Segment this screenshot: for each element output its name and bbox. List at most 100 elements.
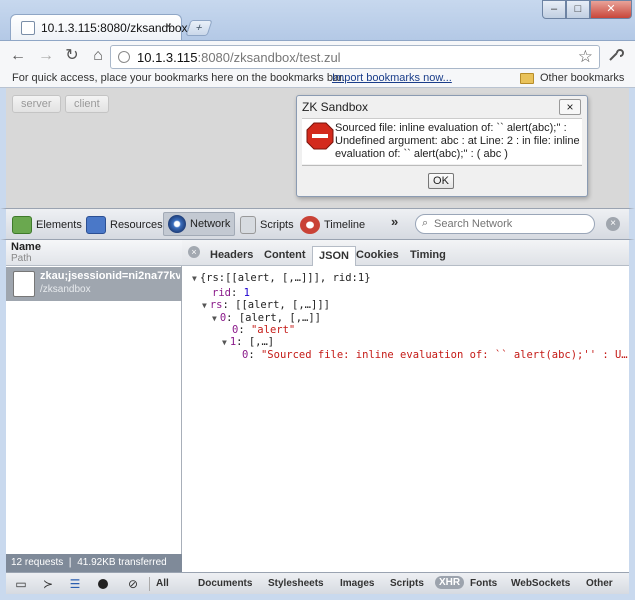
- json-key: rs: [209, 299, 223, 311]
- request-row[interactable]: zkau;jsessionid=ni2na77kv7i /zksandbox: [6, 267, 182, 301]
- window-close-button[interactable]: ✕: [590, 0, 632, 19]
- tab-headers[interactable]: Headers: [210, 249, 253, 261]
- timeline-icon: [300, 216, 320, 235]
- tab-content[interactable]: Content: [264, 249, 306, 261]
- stop-error-icon: [306, 122, 334, 150]
- dialog-close-button[interactable]: ×: [559, 99, 581, 115]
- tab-timeline[interactable]: Timeline: [300, 212, 365, 238]
- tab-timeline-label: Timeline: [324, 219, 366, 231]
- tab-timing[interactable]: Timing: [410, 249, 446, 261]
- dialog-title: ZK Sandbox: [302, 100, 369, 114]
- network-icon: [168, 215, 186, 234]
- back-arrow-icon[interactable]: ←: [8, 47, 28, 65]
- address-bar[interactable]: 10.1.3.115:8080/zksandbox/test.zul ☆: [110, 45, 600, 69]
- tab-elements[interactable]: Elements: [12, 212, 82, 238]
- page-favicon-icon: [21, 21, 35, 35]
- filter-websockets[interactable]: WebSockets: [511, 578, 570, 589]
- header-path: Path: [11, 253, 32, 264]
- window-bottom-frame: [0, 594, 635, 600]
- maximize-button[interactable]: □: [566, 0, 590, 19]
- filter-stylesheets[interactable]: Stylesheets: [268, 578, 324, 589]
- dialog-body: Sourced file: inline evaluation of: `` a…: [302, 118, 582, 164]
- tab-elements-label: Elements: [36, 219, 82, 231]
- client-button[interactable]: client: [65, 95, 109, 113]
- resources-icon: [86, 216, 106, 235]
- filter-fonts[interactable]: Fonts: [470, 578, 497, 589]
- large-rows-icon[interactable]: ☰: [66, 577, 84, 591]
- tab-resources[interactable]: Resources: [86, 212, 163, 238]
- tab-resources-label: Resources: [110, 219, 163, 231]
- search-input[interactable]: [434, 217, 584, 231]
- more-tabs-button[interactable]: »: [391, 214, 398, 229]
- import-bookmarks-link[interactable]: Import bookmarks now...: [332, 72, 452, 84]
- home-icon[interactable]: ⌂: [88, 47, 108, 65]
- page-info-icon[interactable]: [118, 51, 130, 63]
- dock-icon[interactable]: ▭: [12, 577, 30, 591]
- folder-icon: [520, 73, 534, 84]
- new-tab-button[interactable]: +: [185, 20, 213, 36]
- json-key: rid: [212, 287, 231, 299]
- tab-network-label: Network: [190, 218, 231, 230]
- record-icon[interactable]: [94, 577, 112, 591]
- json-value: [alert, [,…]]: [238, 312, 321, 324]
- json-row[interactable]: ▼ rs: [[alert, [,…]]]: [202, 299, 330, 313]
- network-search[interactable]: ⌕: [415, 214, 595, 234]
- filter-xhr[interactable]: XHR: [435, 576, 465, 589]
- request-list: Name Path zkau;jsessionid=ni2na77kv7i /z…: [6, 240, 182, 572]
- search-icon: ⌕: [422, 217, 429, 229]
- elements-icon: [12, 216, 32, 235]
- expand-triangle-icon[interactable]: ▼: [222, 338, 227, 347]
- filter-all[interactable]: All: [156, 578, 169, 589]
- json-value: [[alert, [,…]]]: [235, 299, 330, 311]
- bookmarks-bar: For quick access, place your bookmarks h…: [0, 70, 635, 88]
- json-root-row[interactable]: ▼ {rs:[[alert, [,…]]], rid:1}: [192, 272, 371, 286]
- tab-close-icon[interactable]: ×: [165, 19, 172, 33]
- zk-message-dialog: ZK Sandbox × Sourced file: inline evalua…: [296, 95, 588, 197]
- header-name: Name: [11, 241, 41, 253]
- document-icon: [13, 271, 35, 297]
- browser-tab[interactable]: 10.1.3.115:8080/zksandbox/ ×: [10, 14, 191, 40]
- json-row: rid: 1: [212, 287, 250, 299]
- tab-scripts[interactable]: Scripts: [240, 212, 294, 238]
- tab-scripts-label: Scripts: [260, 219, 294, 231]
- minimize-button[interactable]: –: [542, 0, 566, 19]
- detail-close-icon[interactable]: ×: [188, 246, 200, 258]
- wrench-menu-icon[interactable]: [608, 49, 624, 63]
- ok-button[interactable]: OK: [428, 173, 454, 189]
- request-path: /zksandbox: [40, 284, 91, 295]
- request-name: zkau;jsessionid=ni2na77kv7i: [40, 270, 180, 282]
- server-button[interactable]: server: [12, 95, 61, 113]
- url-text[interactable]: 10.1.3.115:8080/zksandbox/test.zul: [137, 50, 341, 65]
- bookmark-star-icon[interactable]: ☆: [578, 47, 593, 67]
- tab-cookies[interactable]: Cookies: [356, 249, 399, 261]
- expand-triangle-icon[interactable]: ▼: [212, 314, 217, 323]
- dialog-message: Sourced file: inline evaluation of: `` a…: [335, 122, 580, 160]
- expand-triangle-icon[interactable]: ▼: [192, 274, 197, 283]
- json-root: {rs:[[alert, [,…]]], rid:1}: [199, 272, 371, 284]
- json-row: 0: "Sourced file: inline evaluation of: …: [242, 349, 628, 361]
- reload-icon[interactable]: ↻: [62, 47, 82, 65]
- filter-documents[interactable]: Documents: [198, 578, 252, 589]
- detail-tabs: × Headers Content JSON Cookies Timing: [182, 240, 629, 266]
- json-row: 0: "alert": [232, 324, 296, 336]
- scripts-icon: [240, 216, 256, 235]
- list-header[interactable]: Name Path: [6, 240, 182, 266]
- other-bookmarks[interactable]: Other bookmarks: [540, 72, 624, 84]
- devtools-close-icon[interactable]: ×: [606, 217, 620, 231]
- request-summary: 12 requests ❘ 41.92KB transferred: [6, 554, 182, 572]
- filter-other[interactable]: Other: [586, 578, 613, 589]
- expand-triangle-icon[interactable]: ▼: [202, 301, 207, 310]
- clear-icon[interactable]: ⊘: [124, 577, 142, 591]
- browser-toolbar: ← → ↻ ⌂ 10.1.3.115:8080/zksandbox/test.z…: [0, 40, 635, 70]
- tab-json[interactable]: JSON: [312, 246, 356, 266]
- tab-network[interactable]: Network: [163, 212, 236, 236]
- request-detail: × Headers Content JSON Cookies Timing ▼{…: [182, 240, 629, 572]
- json-row[interactable]: ▼ 1: [,…]: [222, 336, 274, 350]
- bookmarks-hint: For quick access, place your bookmarks h…: [12, 72, 346, 84]
- filter-images[interactable]: Images: [340, 578, 374, 589]
- url-host: 10.1.3.115: [137, 50, 198, 65]
- json-number: 1: [243, 287, 250, 299]
- filter-scripts[interactable]: Scripts: [390, 578, 424, 589]
- forward-arrow-icon[interactable]: →: [36, 47, 56, 65]
- console-icon[interactable]: ≻: [39, 577, 57, 591]
